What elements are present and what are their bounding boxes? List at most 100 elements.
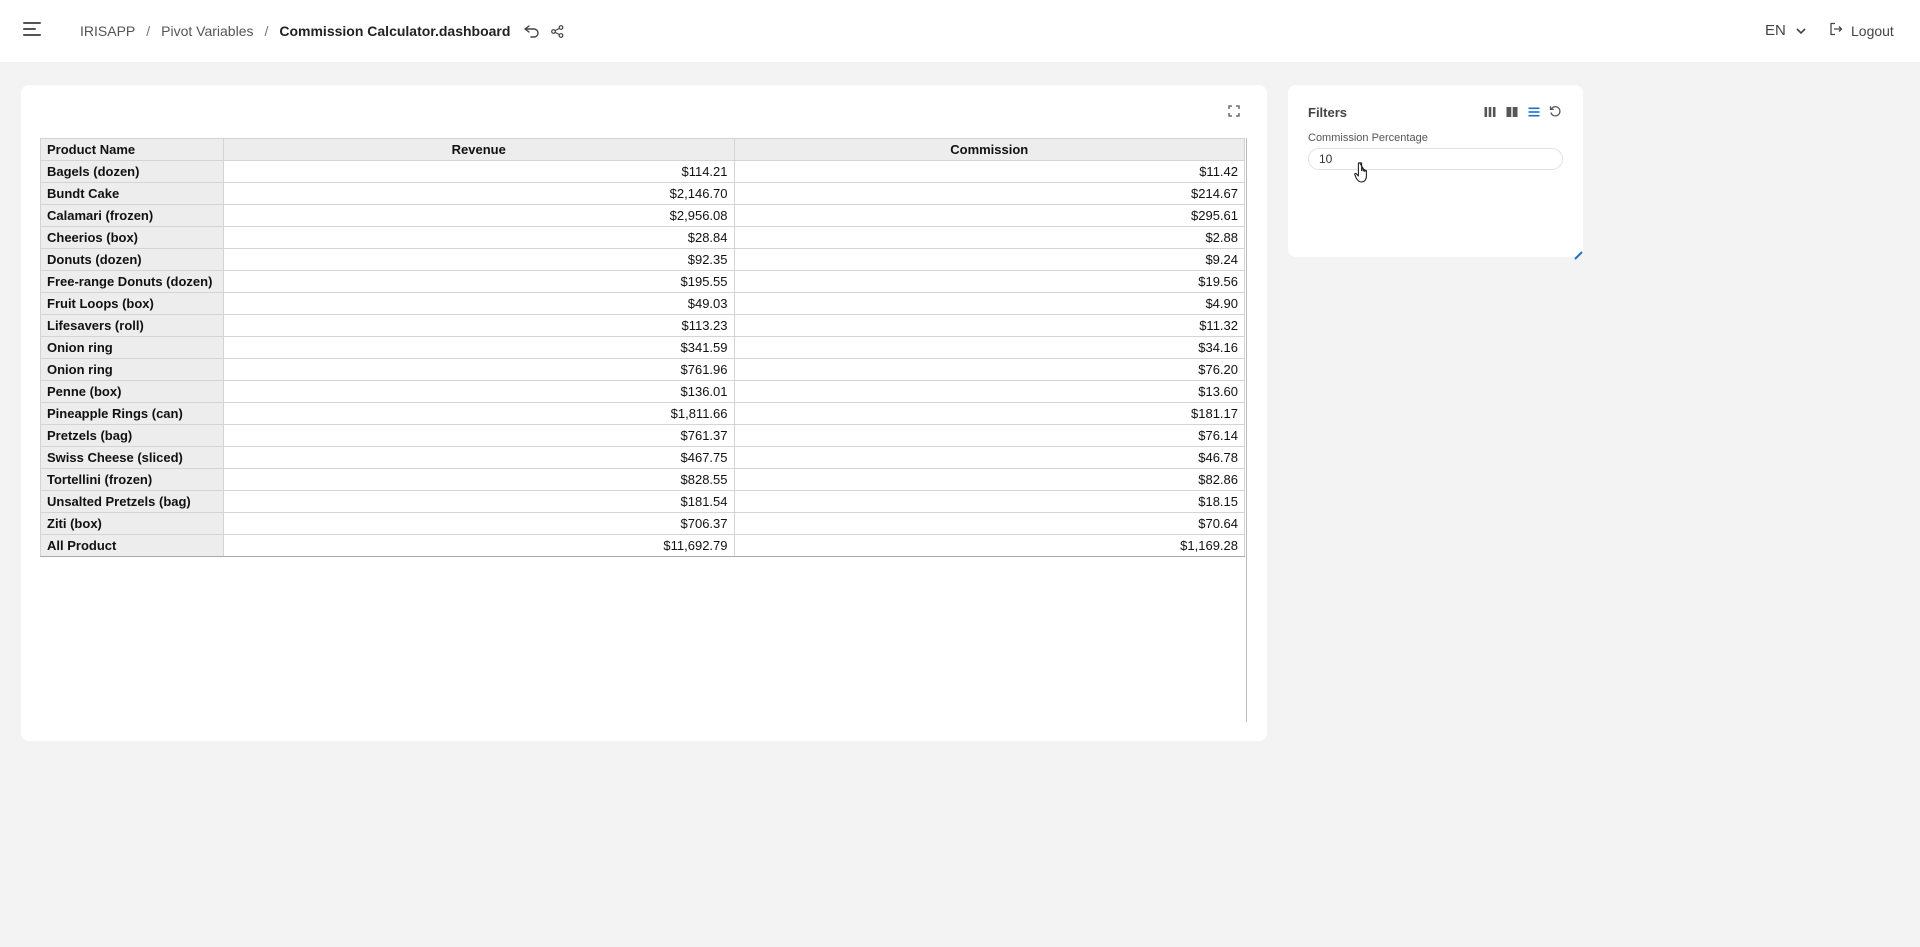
- pivot-table: Product Name Revenue Commission Bagels (…: [40, 138, 1245, 557]
- commission-cell[interactable]: $214.67: [733, 182, 1245, 205]
- commission-cell[interactable]: $295.61: [733, 204, 1245, 227]
- logout-icon: [1829, 22, 1843, 39]
- revenue-cell[interactable]: $181.54: [223, 490, 735, 513]
- table-row: Penne (box) $136.01 $13.60: [40, 380, 1245, 403]
- commission-cell[interactable]: $181.17: [733, 402, 1245, 425]
- row-label[interactable]: Swiss Cheese (sliced): [40, 446, 224, 469]
- row-label[interactable]: Bundt Cake: [40, 182, 224, 205]
- row-label[interactable]: Ziti (box): [40, 512, 224, 535]
- language-selector[interactable]: EN: [1765, 22, 1806, 39]
- row-label[interactable]: Bagels (dozen): [40, 160, 224, 183]
- revenue-cell[interactable]: $1,811.66: [223, 402, 735, 425]
- row-label[interactable]: Tortellini (frozen): [40, 468, 224, 491]
- table-row: Unsalted Pretzels (bag) $181.54 $18.15: [40, 490, 1245, 513]
- commission-percentage-input[interactable]: [1308, 148, 1563, 170]
- table-row: Cheerios (box) $28.84 $2.88: [40, 226, 1245, 249]
- table-row: Ziti (box) $706.37 $70.64: [40, 512, 1245, 535]
- commission-cell[interactable]: $76.20: [733, 358, 1245, 381]
- menu-icon[interactable]: [23, 22, 41, 36]
- row-label[interactable]: Onion ring: [40, 336, 224, 359]
- commission-cell[interactable]: $11.32: [733, 314, 1245, 337]
- row-label[interactable]: Penne (box): [40, 380, 224, 403]
- row-label[interactable]: Pretzels (bag): [40, 424, 224, 447]
- revenue-cell[interactable]: $706.37: [223, 512, 735, 535]
- resize-handle[interactable]: [1573, 247, 1583, 260]
- row-label[interactable]: Lifesavers (roll): [40, 314, 224, 337]
- row-label[interactable]: Fruit Loops (box): [40, 292, 224, 315]
- filters-title: Filters: [1308, 105, 1348, 120]
- table-row: Calamari (frozen) $2,956.08 $295.61: [40, 204, 1245, 227]
- revenue-cell[interactable]: $136.01: [223, 380, 735, 403]
- revenue-cell[interactable]: $49.03: [223, 292, 735, 315]
- commission-cell[interactable]: $13.60: [733, 380, 1245, 403]
- commission-cell[interactable]: $11.42: [733, 160, 1245, 183]
- reset-icon[interactable]: [1548, 104, 1563, 119]
- three-columns-icon[interactable]: [1482, 104, 1497, 119]
- filters-toolbar: [1482, 104, 1563, 119]
- revenue-cell[interactable]: $467.75: [223, 446, 735, 469]
- column-header-commission[interactable]: Commission: [733, 138, 1245, 161]
- commission-cell[interactable]: $82.86: [733, 468, 1245, 491]
- commission-cell[interactable]: $46.78: [733, 446, 1245, 469]
- chevron-down-icon: [1796, 22, 1806, 39]
- table-row: Onion ring $761.96 $76.20: [40, 358, 1245, 381]
- breadcrumb: IRISAPP / Pivot Variables / Commission C…: [80, 22, 566, 40]
- table-row: Swiss Cheese (sliced) $467.75 $46.78: [40, 446, 1245, 469]
- table-row: Bagels (dozen) $114.21 $11.42: [40, 160, 1245, 183]
- commission-cell[interactable]: $76.14: [733, 424, 1245, 447]
- revenue-cell[interactable]: $828.55: [223, 468, 735, 491]
- revenue-cell[interactable]: $113.23: [223, 314, 735, 337]
- row-label[interactable]: Donuts (dozen): [40, 248, 224, 271]
- breadcrumb-item-irisapp[interactable]: IRISAPP: [80, 23, 135, 39]
- commission-percentage-label: Commission Percentage: [1308, 132, 1428, 144]
- logout-button[interactable]: Logout: [1829, 22, 1894, 39]
- commission-cell[interactable]: $34.16: [733, 336, 1245, 359]
- pivot-table-container[interactable]: Product Name Revenue Commission Bagels (…: [40, 138, 1247, 722]
- revenue-cell[interactable]: $195.55: [223, 270, 735, 293]
- revenue-cell[interactable]: $28.84: [223, 226, 735, 249]
- row-label[interactable]: Cheerios (box): [40, 226, 224, 249]
- revenue-cell[interactable]: $114.21: [223, 160, 735, 183]
- language-label: EN: [1765, 22, 1786, 39]
- commission-cell[interactable]: $4.90: [733, 292, 1245, 315]
- commission-cell[interactable]: $70.64: [733, 512, 1245, 535]
- total-revenue-cell[interactable]: $11,692.79: [223, 534, 735, 557]
- filters-panel: Filters Commission Percentage: [1288, 85, 1583, 260]
- list-layout-icon[interactable]: [1526, 104, 1541, 119]
- row-label[interactable]: Onion ring: [40, 358, 224, 381]
- table-row: Pretzels (bag) $761.37 $76.14: [40, 424, 1245, 447]
- revenue-cell[interactable]: $341.59: [223, 336, 735, 359]
- row-label[interactable]: Unsalted Pretzels (bag): [40, 490, 224, 513]
- table-row: Free-range Donuts (dozen) $195.55 $19.56: [40, 270, 1245, 293]
- share-icon[interactable]: [548, 22, 566, 40]
- revenue-cell[interactable]: $761.96: [223, 358, 735, 381]
- commission-cell[interactable]: $2.88: [733, 226, 1245, 249]
- breadcrumb-item-pivot-variables[interactable]: Pivot Variables: [161, 23, 253, 39]
- row-label[interactable]: Free-range Donuts (dozen): [40, 270, 224, 293]
- row-label[interactable]: Calamari (frozen): [40, 204, 224, 227]
- table-row: Pineapple Rings (can) $1,811.66 $181.17: [40, 402, 1245, 425]
- page-title: Commission Calculator.dashboard: [279, 23, 511, 39]
- column-header-product-name[interactable]: Product Name: [40, 138, 224, 161]
- logout-label: Logout: [1851, 22, 1894, 39]
- total-row-label[interactable]: All Product: [40, 534, 224, 557]
- column-header-revenue[interactable]: Revenue: [223, 138, 735, 161]
- revenue-cell[interactable]: $92.35: [223, 248, 735, 271]
- row-label[interactable]: Pineapple Rings (can): [40, 402, 224, 425]
- expand-icon[interactable]: [1228, 104, 1242, 118]
- total-commission-cell[interactable]: $1,169.28: [733, 534, 1245, 557]
- commission-cell[interactable]: $9.24: [733, 248, 1245, 271]
- two-columns-icon[interactable]: [1504, 104, 1519, 119]
- revenue-cell[interactable]: $2,956.08: [223, 204, 735, 227]
- table-row: Tortellini (frozen) $828.55 $82.86: [40, 468, 1245, 491]
- revenue-cell[interactable]: $761.37: [223, 424, 735, 447]
- return-icon[interactable]: [522, 22, 540, 40]
- top-bar: IRISAPP / Pivot Variables / Commission C…: [0, 0, 1920, 62]
- commission-cell[interactable]: $18.15: [733, 490, 1245, 513]
- table-row: Bundt Cake $2,146.70 $214.67: [40, 182, 1245, 205]
- breadcrumb-separator: /: [146, 23, 151, 39]
- total-row: All Product $11,692.79 $1,169.28: [40, 534, 1245, 557]
- table-row: Onion ring $341.59 $34.16: [40, 336, 1245, 359]
- commission-cell[interactable]: $19.56: [733, 270, 1245, 293]
- revenue-cell[interactable]: $2,146.70: [223, 182, 735, 205]
